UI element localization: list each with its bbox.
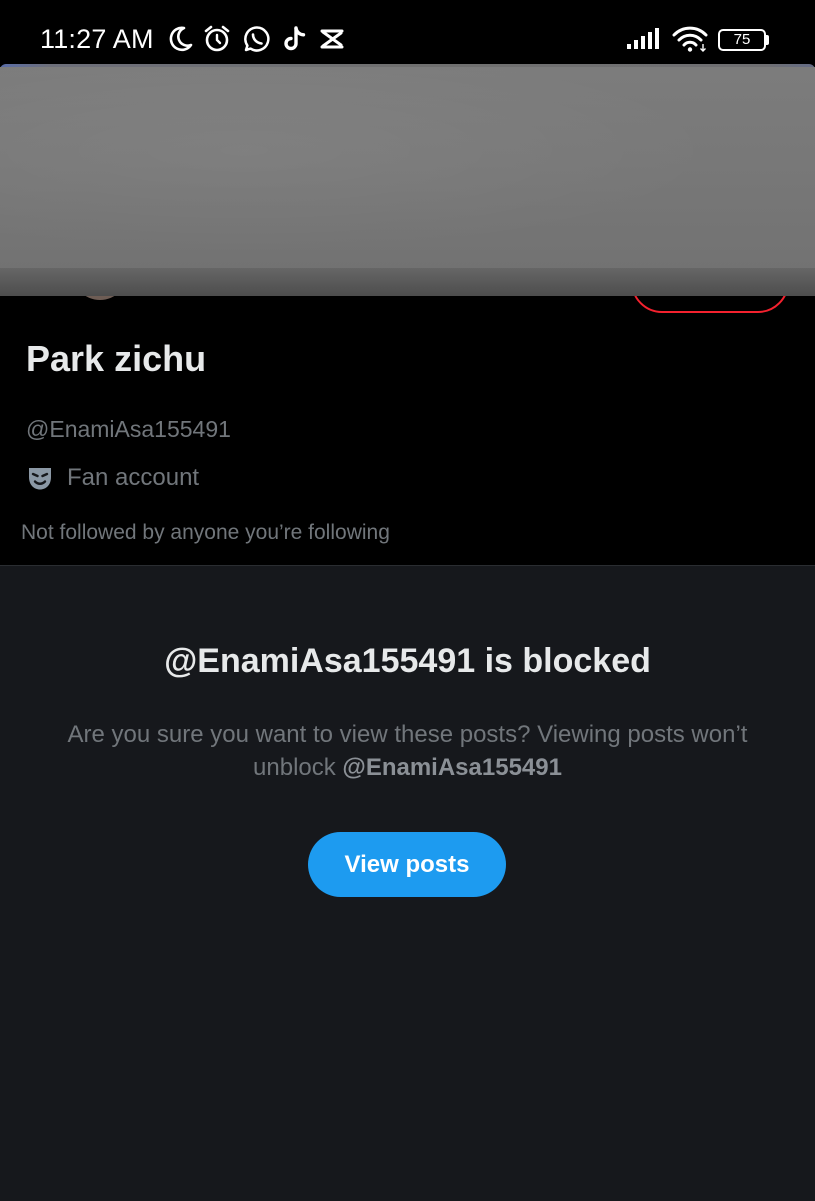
profile-category: Fan account bbox=[26, 462, 199, 494]
header-banner bbox=[0, 67, 815, 275]
theater-mask-icon bbox=[29, 468, 51, 490]
view-posts-button[interactable]: View posts bbox=[308, 832, 506, 897]
alarm-icon bbox=[204, 25, 230, 52]
moon-icon bbox=[169, 26, 193, 52]
blocked-description: Are you sure you want to view these post… bbox=[60, 718, 755, 784]
profile-category-label: Fan account bbox=[67, 464, 200, 491]
blocked-panel: @EnamiAsa155491 is blocked Are you sure … bbox=[0, 565, 815, 1201]
battery-icon: 75 bbox=[718, 29, 766, 51]
blocked-description-handle: @EnamiAsa155491 bbox=[342, 754, 562, 781]
status-bar: 11:27 AM 75 bbox=[0, 0, 815, 66]
tiktok-icon bbox=[284, 26, 306, 51]
profile-handle: @EnamiAsa155491 bbox=[26, 416, 231, 442]
header-banner-shadow bbox=[0, 268, 815, 296]
whatsapp-icon bbox=[244, 26, 270, 52]
status-time: 11:27 AM bbox=[40, 24, 154, 54]
battery-nub bbox=[766, 35, 769, 45]
battery-level: 75 bbox=[733, 31, 751, 48]
blocked-title: @EnamiAsa155491 is blocked bbox=[164, 642, 651, 680]
followers-you-know-note: Not followed by anyone you’re following bbox=[21, 521, 390, 544]
capcut-icon bbox=[320, 29, 344, 49]
profile-display-name: Park zichu bbox=[26, 338, 207, 379]
cellular-signal-icon bbox=[627, 28, 659, 49]
wifi-icon bbox=[672, 26, 708, 52]
